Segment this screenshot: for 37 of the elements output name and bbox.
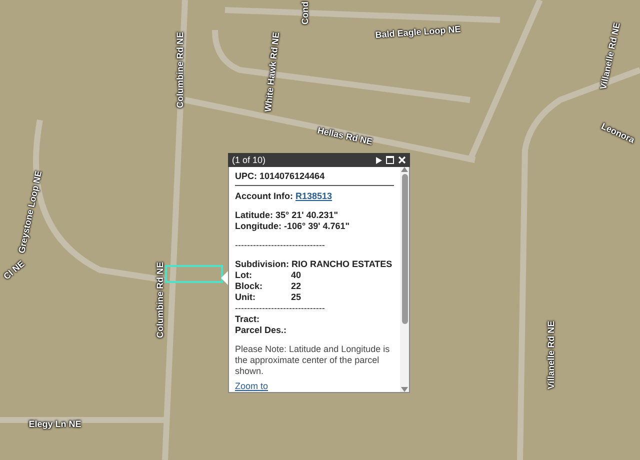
info-text: Tract: (235, 314, 261, 325)
note-text: Please Note: Latitude and Longitude is the approximate center of the parcel shown. (235, 344, 391, 377)
street-label: Villanelle Rd NE (598, 22, 622, 90)
info-text: Parcel Des.: (235, 325, 288, 336)
zoom-to-link[interactable]: Zoom to (235, 381, 268, 391)
street-label: Cl NE (2, 258, 26, 282)
dashed-separator: ------------------------------ (235, 303, 326, 314)
scroll-thumb[interactable] (402, 174, 408, 324)
street-label: Hellas Rd NE (316, 125, 374, 147)
street-label: Elegy Ln NE (28, 419, 82, 429)
street-label: Cond (300, 2, 310, 24)
info-value: 40 (291, 270, 302, 281)
dashed-separator: ------------------------------ (235, 240, 326, 251)
info-label: Account Info: (235, 191, 294, 201)
street-label: Villanelle Rd NE (546, 320, 556, 390)
maximize-icon[interactable] (386, 156, 394, 164)
info-value: 22 (291, 281, 302, 292)
parcel-outline (165, 265, 223, 283)
street-label: Greystone Loop NE (16, 170, 44, 254)
scroll-down-icon[interactable] (401, 387, 408, 392)
street-label: White Hawk Rd NE (262, 32, 282, 112)
close-icon[interactable] (398, 156, 406, 164)
info-label: Lot: (235, 270, 253, 281)
scrollbar[interactable] (400, 167, 409, 392)
info-label: Unit: (235, 292, 256, 303)
info-text: UPC: 1014076124464 (235, 171, 326, 182)
next-icon[interactable] (376, 156, 382, 164)
info-label: Block: (235, 281, 264, 292)
street-label: Bald Eagle Loop NE (375, 24, 461, 40)
popup-counter: (1 of 10) (232, 155, 267, 165)
street-label: Columbine Rd NE (175, 32, 185, 108)
info-text: Latitude: 35° 21' 40.231" (235, 210, 340, 221)
info-text: Subdivision: RIO RANCHO ESTATES (235, 259, 394, 270)
account-link[interactable]: R138513 (296, 191, 332, 201)
info-text: Longitude: -106° 39' 4.761" (235, 221, 351, 232)
street-label: Columbine Rd NE (155, 262, 165, 338)
info-value: 25 (291, 292, 302, 303)
